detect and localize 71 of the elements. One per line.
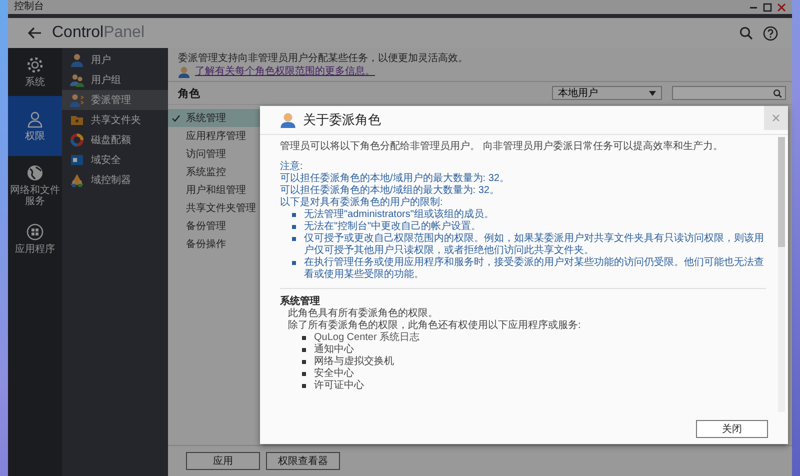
app-title: ControlPanel: [52, 24, 144, 42]
service-item: 安全中心: [314, 368, 354, 380]
footer-button[interactable]: 权限查看器: [266, 452, 340, 470]
rail-item[interactable]: 权限: [8, 96, 62, 156]
search-field[interactable]: [672, 86, 786, 100]
service-item: 网络与虚拟交换机: [314, 356, 394, 368]
gear-icon: [26, 56, 44, 74]
note-text: 以下是对具有委派角色的用户的限制:: [280, 197, 444, 208]
restriction-item: 无法管理"administrators"组或该组的成员。: [304, 209, 494, 220]
nav-item[interactable]: 域安全: [62, 150, 168, 170]
ring-icon: [70, 133, 84, 147]
bullet-icon: [302, 348, 306, 352]
rail-item[interactable]: 系统: [8, 48, 62, 96]
search-icon[interactable]: [739, 26, 753, 40]
description-text: 委派管理支持向非管理员用户分配某些任务，以便更加灵活高效。: [178, 53, 468, 64]
search-icon: [773, 88, 782, 98]
person-icon: [26, 110, 44, 128]
nav-item[interactable]: 域控制器: [62, 170, 168, 190]
person-icon: [178, 66, 190, 78]
maximize-icon[interactable]: [763, 2, 772, 12]
role-description: 除了所有委派角色的权限，此角色还有权使用以下应用程序或服务:: [287, 320, 582, 332]
role-description: 此角色具有所有委派角色的权限。: [287, 308, 439, 320]
service-item: 通知中心: [314, 344, 354, 356]
bullet-icon: [302, 336, 306, 340]
service-item: QuLog Center 系统日志: [314, 332, 420, 344]
check-icon: [172, 114, 180, 122]
window-title: 控制台: [14, 1, 44, 13]
footer-button[interactable]: 应用: [186, 452, 260, 470]
rail-item[interactable]: 应用程序: [8, 215, 62, 263]
apps-grid-icon: [26, 223, 44, 241]
note-heading: 注意:: [280, 161, 304, 172]
bullet-icon: [292, 261, 296, 265]
restriction-item: 无法在"控制台"中更改自己的帐户设置。: [304, 221, 482, 232]
person-arrows-icon: [70, 93, 84, 107]
restriction-item: 在执行管理任务或使用应用程序和服务时，接受委派的用户对某些功能的访问仍受限。他们可能也无法查看或使用某些受限的功能。: [304, 257, 765, 281]
person-icon: [280, 112, 296, 128]
section-title: 角色: [178, 86, 200, 100]
globe-icon: [26, 164, 44, 182]
role-heading: 系统管理: [280, 296, 321, 308]
person-icon: [70, 53, 84, 67]
bullet-icon: [302, 360, 306, 364]
card-icon: [70, 153, 84, 167]
bullet-icon: [292, 237, 296, 241]
bullet-icon: [302, 384, 306, 388]
dialog-title: 关于委派角色: [303, 111, 381, 129]
note-text: 可以担任委派角色的本地/域用户的最大数量为: 32。: [280, 173, 510, 184]
bullet-icon: [292, 213, 296, 217]
caret-icon: [649, 90, 656, 96]
note-text: 可以担任委派角色的本地/域组的最大数量为: 32。: [280, 185, 500, 196]
nav-item[interactable]: 委派管理: [62, 90, 168, 110]
close-icon: [772, 114, 780, 122]
close-dialog-button[interactable]: 关闭: [696, 420, 768, 438]
nav-item[interactable]: 用户: [62, 50, 168, 70]
intro-text: 管理员可以将以下角色分配给非管理员用户。 向非管理员用户委派日常任务可以提高效率和生产力。: [280, 141, 724, 153]
nav-item[interactable]: 共享文件夹: [62, 110, 168, 130]
restriction-item: 仅可授予或更改自己权限范围内的权限。例如，如果某委派用户对共享文件夹具有只读访问权限，则该用户仅可授予其他用户只读权限，或者拒绝他们访问此共享文件夹。: [304, 233, 765, 256]
rail-item[interactable]: 网络和文件服务: [8, 156, 62, 215]
back-arrow-icon[interactable]: [28, 27, 42, 39]
people-icon: [70, 73, 84, 87]
people-triangle-icon: [70, 173, 84, 187]
close-icon[interactable]: [777, 2, 786, 12]
service-item: 许可证中心: [314, 380, 364, 392]
nav-item[interactable]: 用户组: [62, 70, 168, 90]
folder-icon: [70, 113, 84, 127]
help-icon[interactable]: [763, 26, 778, 40]
user-type-dropdown[interactable]: 本地用户: [552, 86, 662, 100]
scrollbar[interactable]: [778, 137, 785, 412]
bullet-icon: [302, 372, 306, 376]
info-link[interactable]: 了解有关每个角色权限范围的更多信息。: [195, 65, 375, 78]
bullet-icon: [292, 225, 296, 229]
nav-item[interactable]: 磁盘配额: [62, 130, 168, 150]
